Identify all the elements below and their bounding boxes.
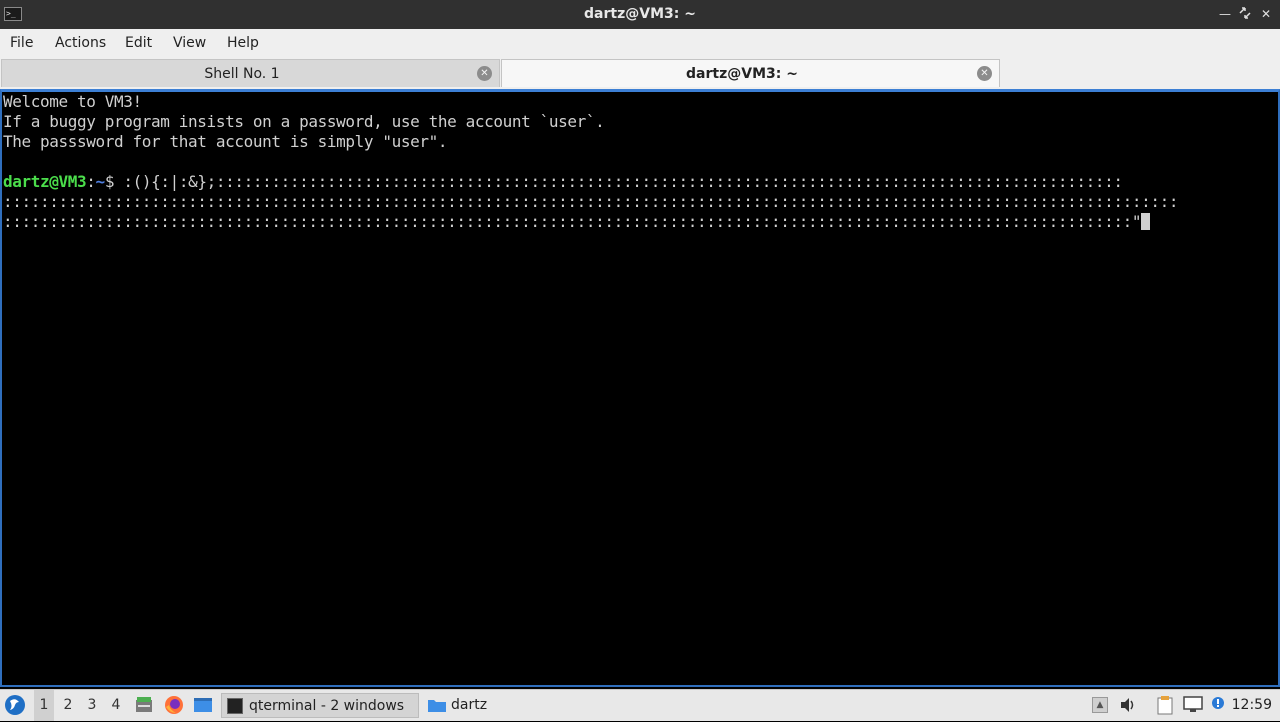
network-icon[interactable] bbox=[1183, 696, 1203, 714]
show-desktop-icon[interactable] bbox=[193, 695, 213, 715]
task-label: qterminal - 2 windows bbox=[249, 698, 405, 714]
tab-close-icon[interactable]: ✕ bbox=[477, 66, 492, 81]
tab-bar: Shell No. 1 ✕ dartz@VM3: ~ ✕ bbox=[0, 57, 1280, 89]
terminal-area[interactable]: Welcome to VM3! If a buggy program insis… bbox=[0, 89, 1280, 687]
terminal-icon bbox=[227, 698, 243, 714]
minimize-icon[interactable]: — bbox=[1217, 6, 1233, 22]
desktop-2[interactable]: 2 bbox=[58, 690, 78, 721]
tab-label: dartz@VM3: ~ bbox=[686, 66, 798, 82]
maximize-icon[interactable] bbox=[1237, 6, 1253, 22]
terminal-line: If a buggy program insists on a password… bbox=[3, 112, 605, 131]
menu-file[interactable]: File bbox=[10, 29, 33, 57]
prompt-user: dartz@VM3 bbox=[3, 172, 87, 191]
window-titlebar[interactable]: >_ dartz@VM3: ~ — ✕ bbox=[0, 0, 1280, 29]
firefox-icon[interactable] bbox=[164, 695, 184, 715]
menu-help[interactable]: Help bbox=[227, 29, 259, 57]
terminal-line: Welcome to VM3! bbox=[3, 92, 142, 111]
tab-close-icon[interactable]: ✕ bbox=[977, 66, 992, 81]
taskbar: 1 2 3 4 qterminal - 2 windows dartz ▲ 12… bbox=[0, 689, 1280, 721]
terminal-output: Welcome to VM3! If a buggy program insis… bbox=[2, 92, 1278, 232]
tray-expand-icon[interactable]: ▲ bbox=[1092, 697, 1108, 713]
clock[interactable]: 12:59 bbox=[1232, 690, 1272, 721]
desktop-4[interactable]: 4 bbox=[106, 690, 126, 721]
update-notifier-icon[interactable] bbox=[1210, 695, 1228, 713]
command-text: :(){:|:&};::::::::::::::::::::::::::::::… bbox=[123, 172, 1123, 191]
lxqt-start-icon[interactable] bbox=[4, 694, 26, 716]
file-manager-icon[interactable] bbox=[134, 695, 154, 715]
task-dartz[interactable]: dartz bbox=[423, 693, 583, 718]
window-title: dartz@VM3: ~ bbox=[584, 6, 696, 22]
desktop-3[interactable]: 3 bbox=[82, 690, 102, 721]
menu-edit[interactable]: Edit bbox=[125, 29, 152, 57]
volume-icon[interactable] bbox=[1119, 696, 1137, 714]
command-text: ::::::::::::::::::::::::::::::::::::::::… bbox=[3, 192, 1179, 211]
clipboard-icon[interactable] bbox=[1156, 695, 1174, 715]
task-label: dartz bbox=[451, 697, 488, 713]
command-text: ::::::::::::::::::::::::::::::::::::::::… bbox=[3, 212, 1142, 231]
prompt-dollar: $ bbox=[104, 172, 124, 191]
menu-actions[interactable]: Actions bbox=[55, 29, 106, 57]
terminal-cursor bbox=[1141, 213, 1151, 230]
desktop-1[interactable]: 1 bbox=[34, 690, 54, 721]
folder-icon bbox=[427, 697, 447, 713]
close-icon[interactable]: ✕ bbox=[1258, 6, 1274, 22]
prompt-separator: : bbox=[86, 172, 96, 191]
tab-label: Shell No. 1 bbox=[204, 66, 280, 82]
prompt-path: ~ bbox=[95, 172, 106, 191]
menu-view[interactable]: View bbox=[173, 29, 206, 57]
tab-shell-no-1[interactable]: Shell No. 1 ✕ bbox=[1, 59, 500, 87]
terminal-line: The passsword for that account is simply… bbox=[3, 132, 448, 151]
tab-dartz-vm3[interactable]: dartz@VM3: ~ ✕ bbox=[501, 59, 1000, 87]
task-qterminal[interactable]: qterminal - 2 windows bbox=[221, 693, 419, 718]
menu-bar: File Actions Edit View Help bbox=[0, 29, 1280, 57]
